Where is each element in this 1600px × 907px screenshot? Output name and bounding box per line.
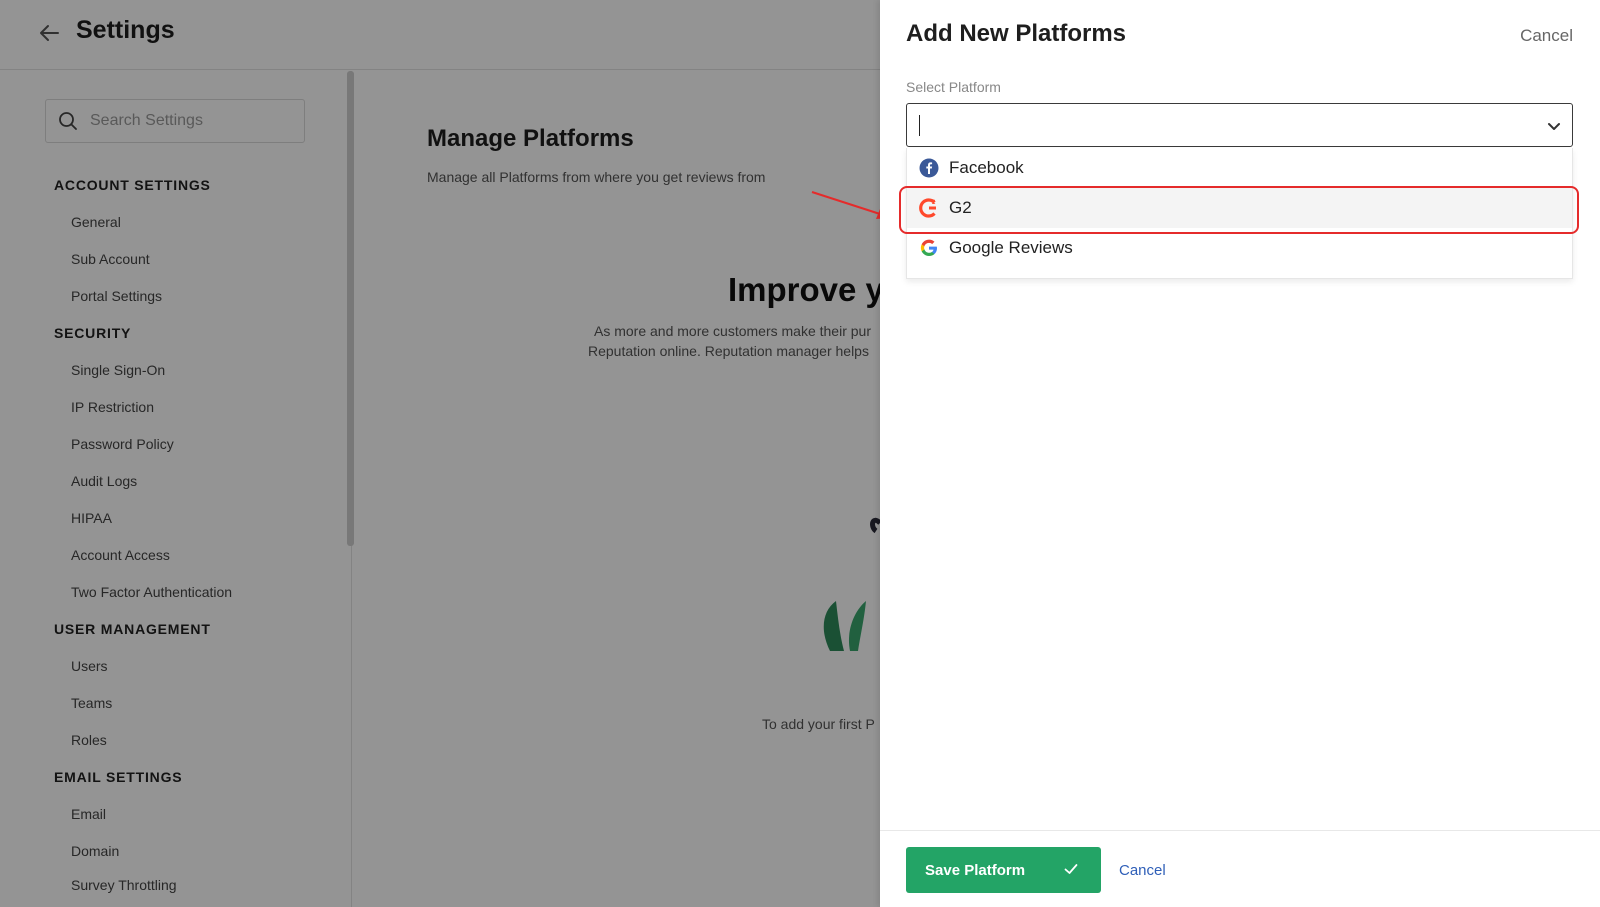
- cancel-button-top[interactable]: Cancel: [1520, 26, 1573, 46]
- check-icon: [1064, 864, 1078, 874]
- add-platform-drawer: Add New Platforms Cancel Select Platform…: [880, 0, 1600, 907]
- text-caret: [919, 115, 920, 136]
- platform-select[interactable]: [906, 103, 1573, 147]
- select-platform-label: Select Platform: [906, 79, 1001, 95]
- option-label: Facebook: [949, 158, 1024, 177]
- drawer-footer: Save Platform Cancel: [880, 830, 1600, 907]
- google-icon: [919, 238, 939, 258]
- g2-icon: 2: [919, 198, 939, 218]
- option-label: Google Reviews: [949, 238, 1073, 257]
- option-g2[interactable]: 2 G2: [907, 188, 1572, 228]
- save-platform-button[interactable]: Save Platform: [906, 847, 1101, 893]
- svg-text:2: 2: [932, 200, 936, 206]
- chevron-down-icon[interactable]: [1546, 118, 1562, 134]
- save-label: Save Platform: [925, 861, 1026, 879]
- option-facebook[interactable]: Facebook: [907, 148, 1572, 188]
- cancel-button-bottom[interactable]: Cancel: [1119, 862, 1166, 879]
- platform-dropdown-list: Facebook 2 G2 Google Reviews: [906, 148, 1573, 279]
- option-label: G2: [949, 198, 972, 217]
- modal-overlay[interactable]: [0, 0, 880, 907]
- facebook-icon: [919, 158, 939, 178]
- drawer-title: Add New Platforms: [906, 20, 1127, 47]
- option-google-reviews[interactable]: Google Reviews: [907, 228, 1572, 268]
